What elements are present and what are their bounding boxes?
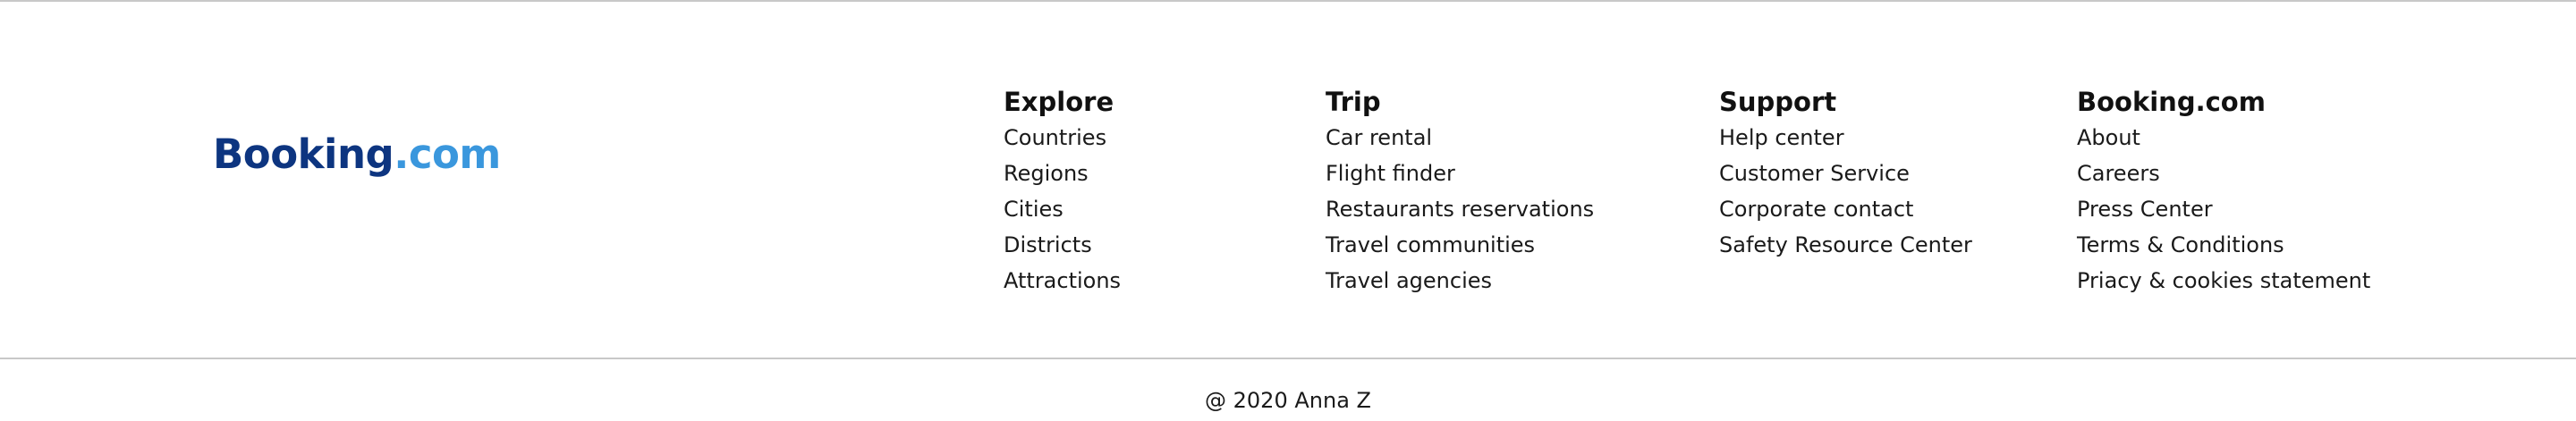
footer-link-list: About Careers Press Center Terms & Condi… [2077,120,2370,299]
column-heading: Support [1719,87,1837,117]
link-cities[interactable]: Cities [1004,197,1063,222]
footer-list-item: Districts [1004,227,1121,263]
link-about[interactable]: About [2077,125,2140,150]
footer-list-item: Restaurants reservations [1326,191,1594,227]
column-heading: Explore [1004,87,1114,117]
footer-list-item: About [2077,120,2370,156]
footer-list-item: Flight finder [1326,156,1594,191]
copyright-text: @ 2020 Anna Z [1205,388,1371,413]
footer-link-list: Help center Customer Service Corporate c… [1719,120,1972,263]
footer-list-item: Car rental [1326,120,1594,156]
footer-column-booking-com: Booking.com About Careers Press Center T… [2077,86,2370,299]
link-attractions[interactable]: Attractions [1004,268,1121,293]
link-travel-agencies[interactable]: Travel agencies [1326,268,1492,293]
column-heading: Booking.com [2077,87,2266,117]
link-countries[interactable]: Countries [1004,125,1106,150]
footer-link-list: Car rental Flight finder Restaurants res… [1326,120,1594,299]
link-careers[interactable]: Careers [2077,161,2160,186]
bottom-divider [0,358,2576,359]
logo-tld-text: .com [394,131,501,178]
site-footer: Booking.com Explore Countries Regions Ci… [0,2,2576,358]
link-restaurants-reservations[interactable]: Restaurants reservations [1326,197,1594,222]
footer-column-support: Support Help center Customer Service Cor… [1719,86,1972,263]
footer-list-item: Travel communities [1326,227,1594,263]
link-districts[interactable]: Districts [1004,232,1092,257]
footer-list-item: Countries [1004,120,1121,156]
link-corporate-contact[interactable]: Corporate contact [1719,197,1913,222]
link-travel-communities[interactable]: Travel communities [1326,232,1535,257]
link-regions[interactable]: Regions [1004,161,1089,186]
footer-list-item: Safety Resource Center [1719,227,1972,263]
link-privacy-cookies-statement[interactable]: Priacy & cookies statement [2077,268,2370,293]
link-customer-service[interactable]: Customer Service [1719,161,1910,186]
link-safety-resource-center[interactable]: Safety Resource Center [1719,232,1972,257]
footer-list-item: Cities [1004,191,1121,227]
footer-list-item: Regions [1004,156,1121,191]
link-car-rental[interactable]: Car rental [1326,125,1432,150]
footer-list-item: Corporate contact [1719,191,1972,227]
link-flight-finder[interactable]: Flight finder [1326,161,1455,186]
link-help-center[interactable]: Help center [1719,125,1844,150]
link-press-center[interactable]: Press Center [2077,197,2213,222]
footer-list-item: Customer Service [1719,156,1972,191]
footer-list-item: Travel agencies [1326,263,1594,299]
footer-list-item: Help center [1719,120,1972,156]
footer-list-item: Press Center [2077,191,2370,227]
footer-link-list: Countries Regions Cities Districts Attra… [1004,120,1121,299]
footer-list-item: Terms & Conditions [2077,227,2370,263]
footer-column-explore: Explore Countries Regions Cities Distric… [1004,86,1121,299]
footer-list-item: Priacy & cookies statement [2077,263,2370,299]
footer-column-trip: Trip Car rental Flight finder Restaurant… [1326,86,1594,299]
booking-logo[interactable]: Booking.com [213,134,501,174]
footer-list-item: Careers [2077,156,2370,191]
footer-list-item: Attractions [1004,263,1121,299]
link-terms-conditions[interactable]: Terms & Conditions [2077,232,2284,257]
column-heading: Trip [1326,87,1381,117]
logo-brand-text: Booking [213,131,394,178]
